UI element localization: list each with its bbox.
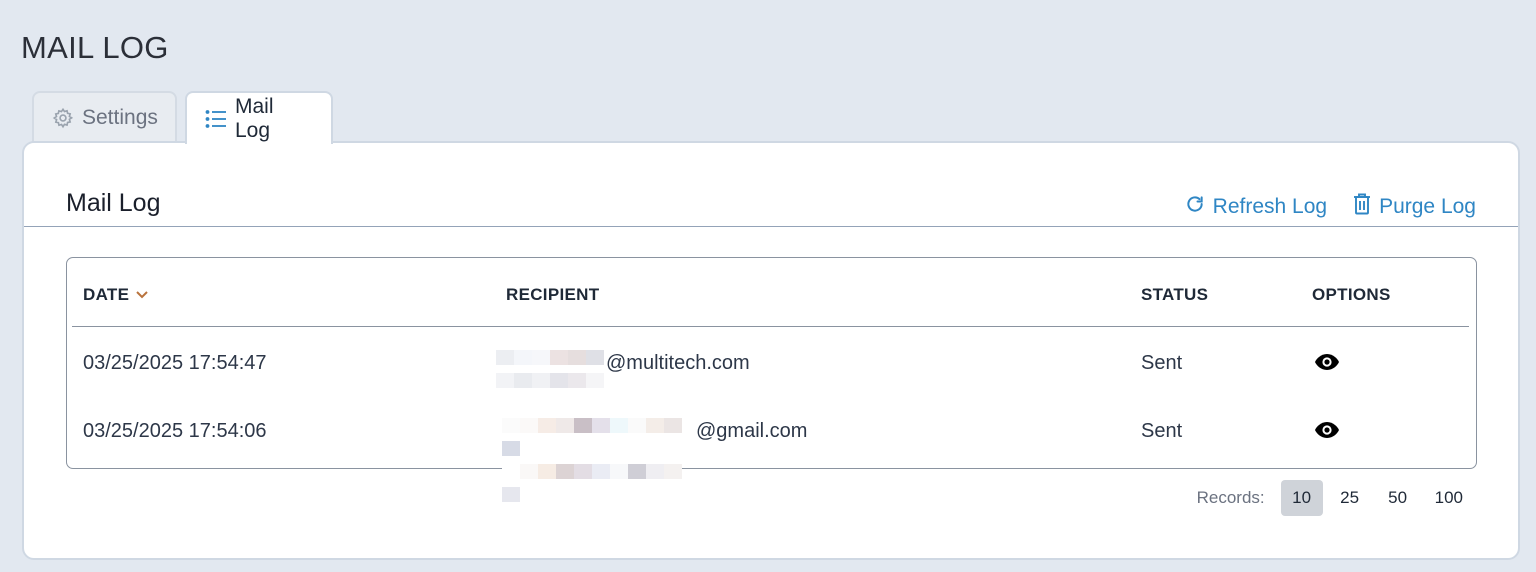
records-label: Records: xyxy=(1196,488,1265,507)
refresh-log-button[interactable]: Refresh Log xyxy=(1185,193,1327,221)
refresh-log-label: Refresh Log xyxy=(1212,195,1328,218)
view-message-button[interactable] xyxy=(1314,420,1340,445)
column-header-date[interactable]: DATE xyxy=(83,285,149,305)
records-option-25[interactable]: 25 xyxy=(1329,480,1371,516)
records-option-100[interactable]: 100 xyxy=(1425,480,1473,516)
records-per-page: Records: 10 25 50 100 xyxy=(1197,480,1473,516)
column-header-status[interactable]: STATUS xyxy=(1141,285,1208,305)
refresh-icon xyxy=(1185,194,1205,220)
tab-mail-log[interactable]: Mail Log xyxy=(185,91,333,144)
purge-log-label: Purge Log xyxy=(1379,195,1476,218)
tab-mail-log-label: Mail Log xyxy=(235,94,274,142)
tab-settings-label: Settings xyxy=(82,105,158,129)
table-row: 03/25/2025 17:54:47 @multitech.com Sent xyxy=(67,328,1476,396)
gear-icon xyxy=(52,107,74,129)
status-cell: Sent xyxy=(1141,352,1183,374)
page-title: MAIL LOG xyxy=(21,30,169,65)
panel-title: Mail Log xyxy=(66,189,161,217)
column-header-recipient[interactable]: RECIPIENT xyxy=(506,285,599,305)
tab-bar: Settings Mail Log xyxy=(32,91,333,144)
eye-icon xyxy=(1315,354,1339,370)
column-date-label: DATE xyxy=(83,285,130,304)
header-actions: Refresh Log Purge Log xyxy=(1185,193,1476,221)
panel-header: Mail Log Refresh Log Purge Log xyxy=(24,143,1518,227)
column-header-options: OPTIONS xyxy=(1312,285,1391,304)
purge-log-button[interactable]: Purge Log xyxy=(1353,193,1476,221)
recipient-cell: @gmail.com xyxy=(502,416,808,502)
date-cell: 03/25/2025 17:54:06 xyxy=(83,420,267,442)
recipient-cell: @multitech.com xyxy=(496,348,750,388)
view-message-button[interactable] xyxy=(1314,352,1340,377)
eye-icon xyxy=(1315,422,1339,438)
table-header: DATE RECIPIENT STATUS OPTIONS xyxy=(72,258,1469,327)
date-cell: 03/25/2025 17:54:47 xyxy=(83,352,267,374)
records-option-50[interactable]: 50 xyxy=(1377,480,1419,516)
records-option-10[interactable]: 10 xyxy=(1280,480,1323,516)
list-icon xyxy=(205,109,227,129)
tab-settings[interactable]: Settings xyxy=(32,91,177,142)
mail-log-panel: Mail Log Refresh Log Purge Log DATE RECI… xyxy=(22,141,1520,560)
redacted-email-user xyxy=(496,348,606,388)
recipient-domain: @gmail.com xyxy=(696,419,808,442)
recipient-domain: @multitech.com xyxy=(606,351,750,374)
status-cell: Sent xyxy=(1141,420,1183,442)
chevron-down-icon xyxy=(135,285,149,305)
trash-icon xyxy=(1353,193,1371,221)
mail-log-table: DATE RECIPIENT STATUS OPTIONS 03/25/2025… xyxy=(66,257,1477,502)
redacted-email-user xyxy=(502,416,696,502)
table-row: 03/25/2025 17:54:06 @gmail.com Sent xyxy=(67,396,1476,502)
